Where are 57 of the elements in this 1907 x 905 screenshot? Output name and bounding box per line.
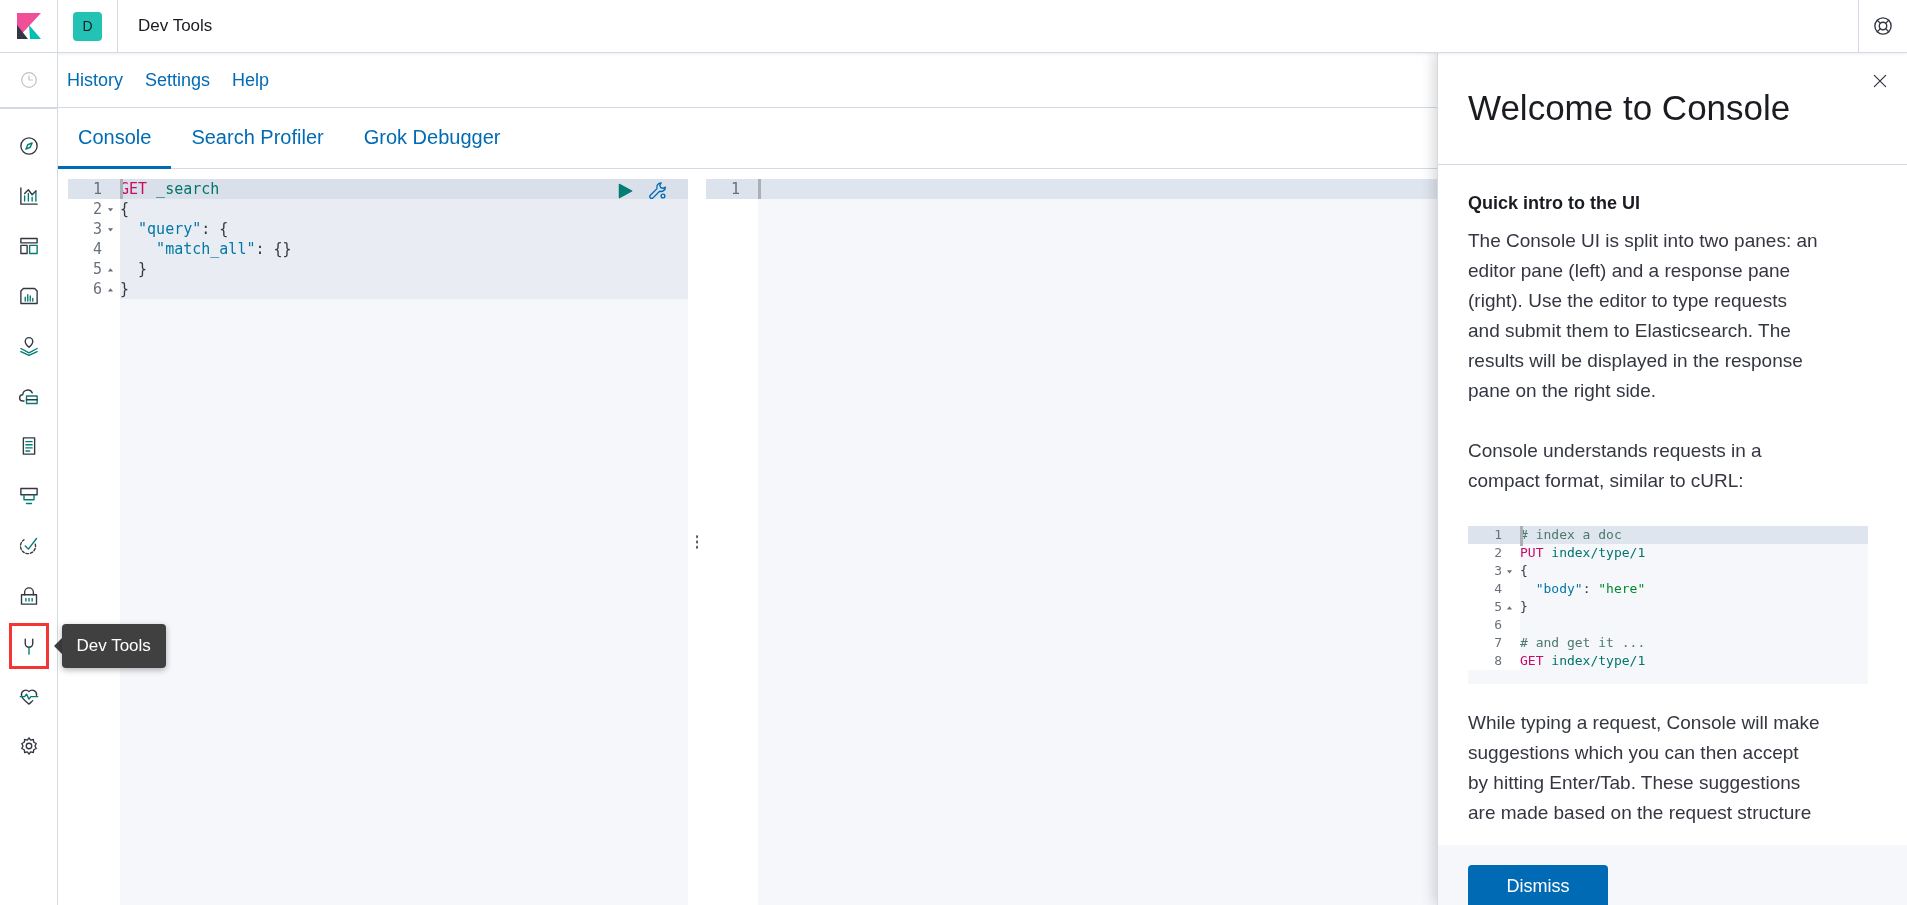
line-number: 4 xyxy=(92,239,102,259)
code-line: } xyxy=(1520,598,1528,616)
lifebuoy-icon xyxy=(1873,16,1893,36)
tooltip-pointer-icon xyxy=(53,638,62,654)
close-icon xyxy=(1871,72,1889,90)
canvas-icon xyxy=(18,286,39,306)
line-number: 2 xyxy=(92,199,102,219)
bar-chart-icon xyxy=(18,186,39,206)
paragraph: The Console UI is split into two panes: an editor pane (left) and a response pane (right). Use the editor to type requests and submit them to Elasticsearch. The results will be displayed in the response pane on the right side. xyxy=(1468,229,1819,403)
check-circle-icon xyxy=(18,536,39,556)
flyout-title: Welcome to Console xyxy=(1468,88,1791,128)
dismiss-button[interactable]: Dismiss xyxy=(1468,865,1608,905)
page-title: Dev Tools xyxy=(138,16,213,36)
line-number: 8 xyxy=(1494,652,1502,670)
code-line: { xyxy=(120,199,130,219)
dashboard-icon xyxy=(18,236,39,256)
line-number: 3 xyxy=(1494,562,1502,580)
clock-icon xyxy=(19,71,38,89)
line-number: 3 xyxy=(92,219,102,239)
line-number: 5 xyxy=(1494,598,1502,616)
line-number: 1 xyxy=(730,179,740,199)
tooltip: Dev Tools xyxy=(53,624,166,668)
line-number: 5 xyxy=(92,259,102,279)
space-avatar[interactable]: D xyxy=(73,11,102,41)
code-line: { xyxy=(1520,562,1528,580)
code-line: GET index/type/1 xyxy=(1520,652,1646,670)
code-line: "query": { xyxy=(137,219,229,239)
compass-icon xyxy=(18,136,39,156)
line-number: 4 xyxy=(1494,580,1502,598)
code-line: "match_all": {} xyxy=(155,239,292,259)
tab[interactable]: Console xyxy=(58,108,172,169)
line-number: 1 xyxy=(1494,526,1502,544)
gear-icon xyxy=(18,736,39,756)
line-number: 6 xyxy=(92,279,102,299)
code-line: PUT index/type/1 xyxy=(1520,544,1646,562)
map-pin-icon xyxy=(18,336,39,356)
paragraph: Console understands requests in a compact format, similar to cURL: xyxy=(1468,439,1763,493)
logo-icon[interactable] xyxy=(16,13,41,39)
nav-link[interactable]: History xyxy=(67,69,123,91)
lock-icon xyxy=(18,586,39,606)
code-line: "body": "here" xyxy=(1534,580,1646,598)
code-line: } xyxy=(120,279,130,299)
monitor-icon xyxy=(18,486,39,506)
nav-link[interactable]: Help xyxy=(232,69,270,91)
tab[interactable]: Search Profiler xyxy=(171,108,344,169)
line-number: 6 xyxy=(1494,616,1502,634)
section-heading: Quick intro to the UI xyxy=(1468,193,1641,214)
line-number: 2 xyxy=(1494,544,1502,562)
code-line: } xyxy=(137,259,148,279)
paragraph: While typing a request, Console will make suggestions which you can then accept by hitting Enter/Tab. These suggestions are made based on the request structure xyxy=(1468,711,1821,825)
nav-link[interactable]: Settings xyxy=(145,69,211,91)
resize-handle-icon xyxy=(695,535,699,549)
tab[interactable]: Grok Debugger xyxy=(343,108,521,169)
line-number: 7 xyxy=(1494,634,1502,652)
line-number: 1 xyxy=(92,179,102,199)
cloud-icon xyxy=(18,386,39,406)
code-comment: # and get it ... xyxy=(1520,634,1646,652)
